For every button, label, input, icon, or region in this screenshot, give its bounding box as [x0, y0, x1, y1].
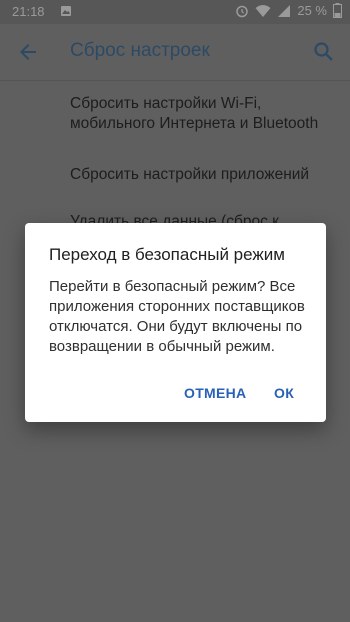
alarm-icon — [236, 5, 249, 17]
signal-icon — [278, 4, 291, 17]
list-item-reset-apps[interactable]: Сбросить настройки приложений — [70, 165, 340, 185]
arrow-back-icon[interactable] — [16, 40, 40, 64]
wifi-icon — [255, 4, 271, 17]
page-title: Сброс настроек — [70, 40, 210, 61]
list-item-reset-network[interactable]: Сбросить настройки Wi-Fi, мобильного Инт… — [70, 94, 340, 134]
dialog-title: Переход в безопасный режим — [49, 245, 285, 264]
cancel-button[interactable]: ОТМЕНА — [184, 385, 246, 401]
battery-icon — [333, 3, 342, 18]
search-icon[interactable] — [312, 40, 336, 64]
dialog-message: Перейти в безопасный режим? Все приложен… — [49, 278, 305, 355]
status-icons: 25 % — [235, 3, 342, 18]
safe-mode-dialog: Переход в безопасный режим Перейти в без… — [25, 223, 326, 422]
battery-percent: 25 % — [297, 3, 327, 18]
status-time: 21:18 — [12, 4, 45, 19]
app-toolbar: Сброс настроек — [0, 24, 350, 81]
status-bar: 21:18 25 % — [0, 0, 350, 24]
ok-button[interactable]: ОК — [274, 385, 294, 401]
image-notification-icon — [61, 6, 71, 16]
